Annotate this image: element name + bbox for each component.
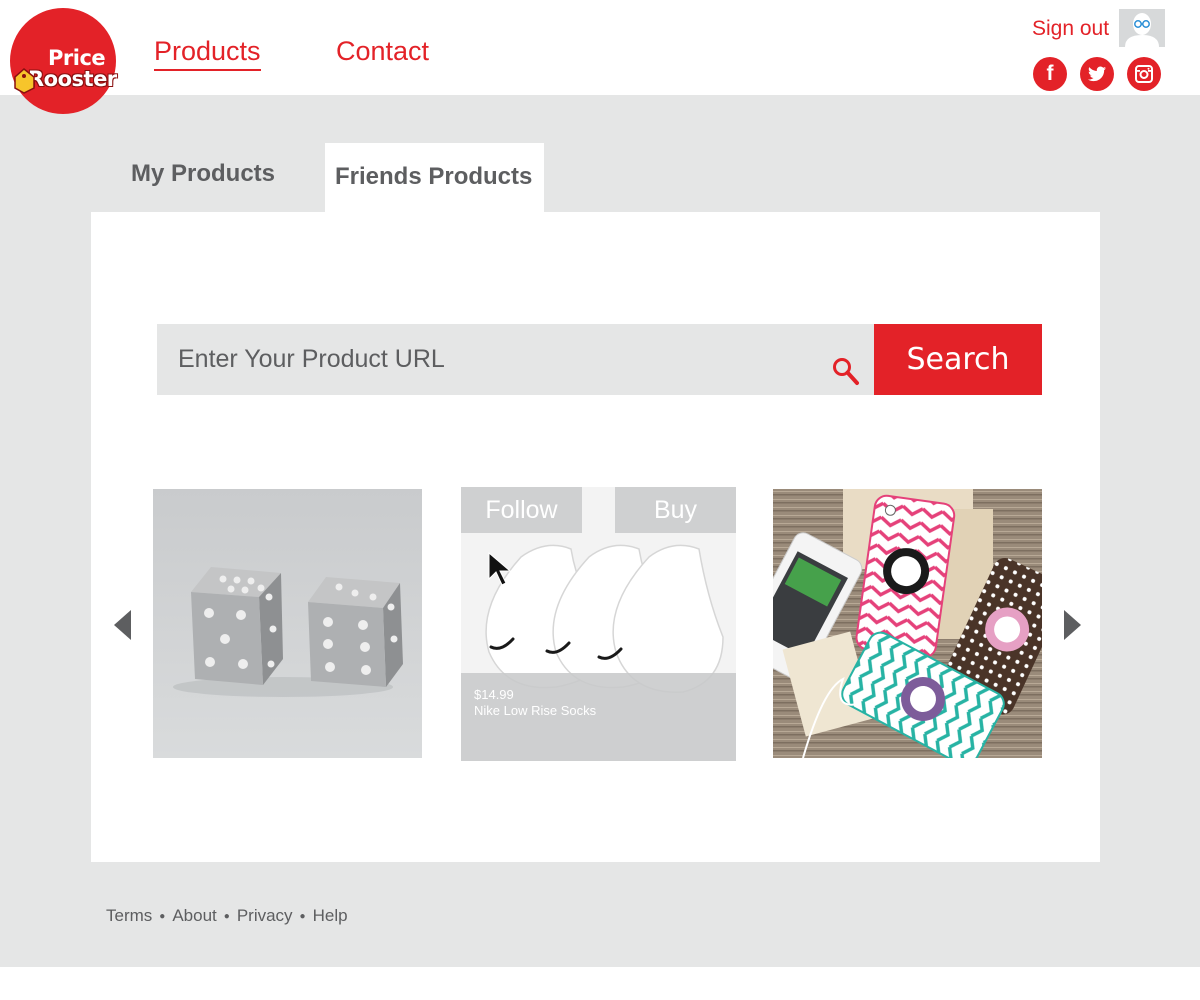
product-url-input[interactable]	[157, 324, 817, 395]
twitter-icon[interactable]	[1080, 57, 1114, 91]
facebook-icon[interactable]: f	[1033, 57, 1067, 91]
sign-out-link[interactable]: Sign out	[1032, 17, 1109, 41]
product-card-socks[interactable]: Follow Buy $14.99 Nike Low Rise Socks	[461, 487, 736, 761]
buy-button[interactable]: Buy	[615, 487, 736, 533]
phone-cases-product-image	[773, 489, 1042, 758]
dice-product-image	[153, 489, 422, 758]
avatar[interactable]	[1119, 9, 1165, 47]
carousel-prev-arrow-icon[interactable]	[114, 610, 131, 640]
price-rooster-logo[interactable]: Price Rooster	[10, 8, 117, 114]
logo-text-rooster: Rooster	[28, 67, 117, 91]
footer-dot-separator: ●	[159, 910, 166, 922]
product-info-overlay: $14.99 Nike Low Rise Socks	[461, 673, 736, 761]
search-button[interactable]: Search	[874, 324, 1042, 395]
mouse-cursor-icon	[488, 552, 512, 586]
twitter-bird-icon	[1088, 66, 1106, 82]
footer-about-link[interactable]: About	[172, 906, 216, 926]
footer-help-link[interactable]: Help	[313, 906, 348, 926]
footer-privacy-link[interactable]: Privacy	[237, 906, 293, 926]
carousel-next-arrow-icon[interactable]	[1064, 610, 1081, 640]
price-tag-icon	[14, 68, 35, 94]
user-avatar-icon	[1119, 9, 1165, 47]
follow-button[interactable]: Follow	[461, 487, 582, 533]
footer-links: Terms ● About ● Privacy ● Help	[106, 906, 348, 926]
tab-friends-products-label: Friends Products	[335, 163, 533, 190]
product-card-phone-cases[interactable]	[773, 489, 1042, 758]
nav-contact-link[interactable]: Contact	[336, 36, 429, 67]
tab-my-products[interactable]: My Products	[131, 160, 275, 188]
header: Products Contact Sign out f	[0, 0, 1200, 95]
footer-dot-separator: ●	[223, 910, 230, 922]
instagram-camera-icon	[1135, 65, 1153, 83]
search-icon[interactable]	[830, 355, 862, 387]
search-bar	[157, 324, 874, 395]
nav-products-link[interactable]: Products	[154, 36, 261, 71]
footer-dot-separator: ●	[299, 910, 306, 922]
instagram-icon[interactable]	[1127, 57, 1161, 91]
product-card-dice[interactable]	[153, 489, 422, 758]
product-price: $14.99	[474, 687, 514, 702]
product-name: Nike Low Rise Socks	[474, 703, 597, 718]
footer-terms-link[interactable]: Terms	[106, 906, 152, 926]
tab-friends-products[interactable]: Friends Products	[325, 143, 544, 215]
